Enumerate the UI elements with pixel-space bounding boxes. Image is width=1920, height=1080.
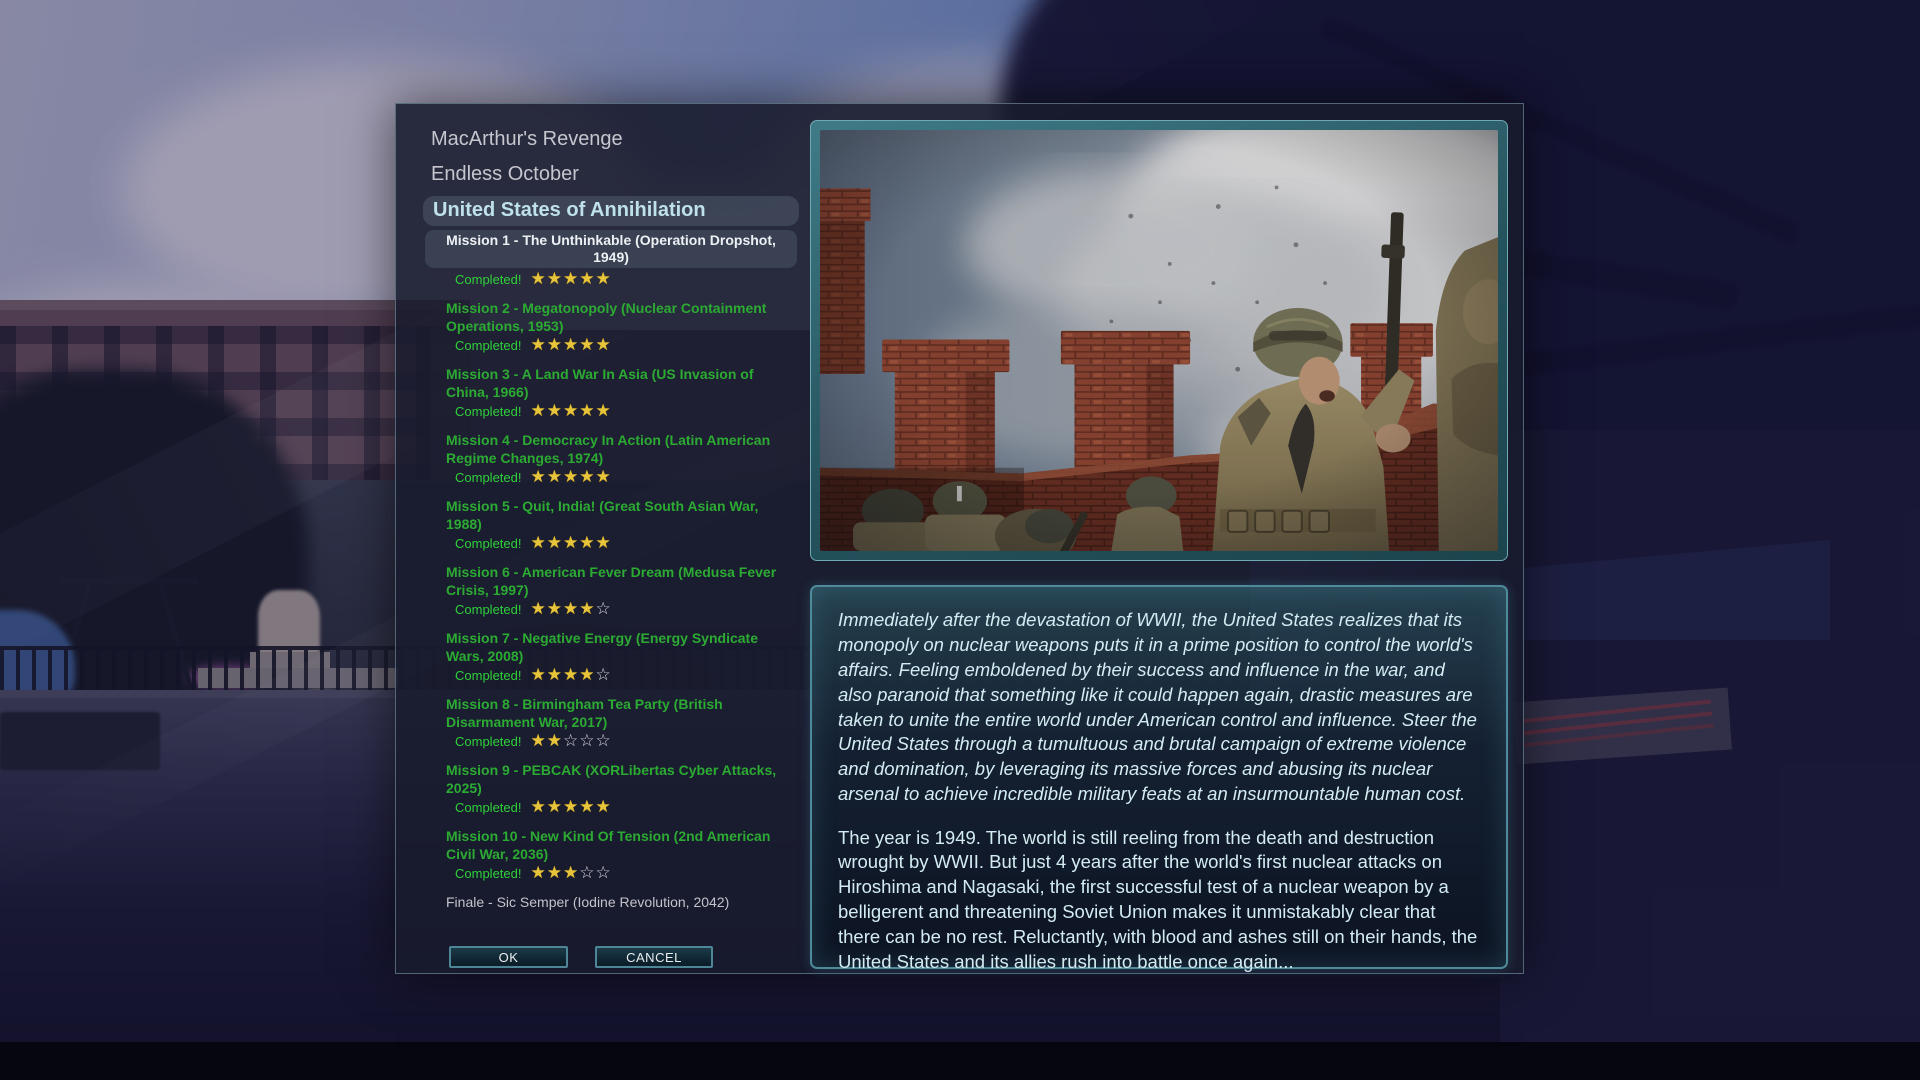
mission-stars-filled: ★★★★ xyxy=(530,665,595,684)
mission-title: Mission 2 - Megatonopoly (Nuclear Contai… xyxy=(446,300,766,334)
mission-status-row: Completed! ★★★★★ xyxy=(446,534,791,553)
mission-stars-filled: ★★★ xyxy=(530,863,579,882)
mission-stars-filled: ★★★★★ xyxy=(530,401,611,420)
game-screen: MacArthur's Revenge Endless October Unit… xyxy=(0,0,1920,1080)
mission-title: Mission 5 - Quit, India! (Great South As… xyxy=(446,498,758,532)
mission-stars-empty: ☆ xyxy=(595,665,611,684)
mission-title: Mission 7 - Negative Energy (Energy Synd… xyxy=(446,630,758,664)
mission-status: Completed! xyxy=(455,734,521,749)
mission-status-row: Completed! ★★★☆☆ xyxy=(446,864,791,883)
mission-stars-empty: ☆☆☆ xyxy=(563,731,612,750)
mission-status-row: Completed! ★★★★★ xyxy=(431,270,791,289)
mission-status: Completed! xyxy=(455,272,521,287)
mission-status-row: Completed! ★★★★☆ xyxy=(446,666,791,685)
finale-item[interactable]: Finale - Sic Semper (Iodine Revolution, … xyxy=(431,894,791,910)
mission-item-9[interactable]: Mission 9 - PEBCAK (XORLibertas Cyber At… xyxy=(431,762,791,817)
mission-status-row: Completed! ★★★★★ xyxy=(446,402,791,421)
mission-status-row: Completed! ★★★★★ xyxy=(446,798,791,817)
mission-status-row: Completed! ★★★★★ xyxy=(446,468,791,487)
mission-item-2[interactable]: Mission 2 - Megatonopoly (Nuclear Contai… xyxy=(431,300,791,355)
mission-status: Completed! xyxy=(455,338,521,353)
mission-title: Mission 1 - The Unthinkable (Operation D… xyxy=(425,230,797,268)
mission-title: Mission 8 - Birmingham Tea Party (Britis… xyxy=(446,696,723,730)
description-paragraph: The year is 1949. The world is still ree… xyxy=(838,826,1480,975)
mission-item-4[interactable]: Mission 4 - Democracy In Action (Latin A… xyxy=(431,432,791,487)
mission-item-5[interactable]: Mission 5 - Quit, India! (Great South As… xyxy=(431,498,791,553)
mission-status: Completed! xyxy=(455,668,521,683)
mission-status: Completed! xyxy=(455,866,521,881)
mission-list: Mission 1 - The Unthinkable (Operation D… xyxy=(431,230,791,883)
mission-item-10[interactable]: Mission 10 - New Kind Of Tension (2nd Am… xyxy=(431,828,791,883)
mission-status-row: Completed! ★★★★★ xyxy=(446,336,791,355)
mission-title: Mission 10 - New Kind Of Tension (2nd Am… xyxy=(446,828,770,862)
mission-title: Mission 4 - Democracy In Action (Latin A… xyxy=(446,432,770,466)
mission-status: Completed! xyxy=(455,404,521,419)
cancel-button[interactable]: CANCEL xyxy=(595,946,713,968)
mission-status: Completed! xyxy=(455,800,521,815)
mission-stars-filled: ★★★★★ xyxy=(530,467,611,486)
mission-title: Mission 6 - American Fever Dream (Medusa… xyxy=(446,564,776,598)
mission-photo-frame xyxy=(810,120,1508,561)
mission-stars-filled: ★★★★ xyxy=(530,599,595,618)
dialog-buttons: OK CANCEL xyxy=(449,946,713,968)
mission-item-3[interactable]: Mission 3 - A Land War In Asia (US Invas… xyxy=(431,366,791,421)
campaign-item-united-states-of-annihilation[interactable]: United States of Annihilation xyxy=(423,196,799,226)
mission-title: Mission 3 - A Land War In Asia (US Invas… xyxy=(446,366,754,400)
mission-status: Completed! xyxy=(455,470,521,485)
mission-stars-empty: ☆☆ xyxy=(579,863,611,882)
campaign-description: Immediately after the devastation of WWI… xyxy=(810,585,1508,969)
campaign-item-macarthurs-revenge[interactable]: MacArthur's Revenge xyxy=(431,126,791,152)
mission-title: Mission 9 - PEBCAK (XORLibertas Cyber At… xyxy=(446,762,776,796)
ok-button[interactable]: OK xyxy=(449,946,568,968)
description-paragraph: Immediately after the devastation of WWI… xyxy=(838,608,1480,807)
mission-item-7[interactable]: Mission 7 - Negative Energy (Energy Synd… xyxy=(431,630,791,685)
campaign-select-dialog: MacArthur's Revenge Endless October Unit… xyxy=(395,103,1524,974)
mission-status: Completed! xyxy=(455,536,521,551)
letterbox xyxy=(0,1042,1920,1080)
mission-status-row: Completed! ★★★★☆ xyxy=(446,600,791,619)
mission-status: Completed! xyxy=(455,602,521,617)
mission-stars-filled: ★★★★★ xyxy=(530,533,611,552)
mission-photo xyxy=(820,130,1498,551)
mission-stars-filled: ★★★★★ xyxy=(530,269,611,288)
campaign-list: MacArthur's Revenge Endless October Unit… xyxy=(431,126,791,910)
mission-stars-empty: ☆ xyxy=(595,599,611,618)
mission-stars-filled: ★★★★★ xyxy=(530,335,611,354)
mission-item-1[interactable]: Mission 1 - The Unthinkable (Operation D… xyxy=(431,230,791,289)
mission-item-8[interactable]: Mission 8 - Birmingham Tea Party (Britis… xyxy=(431,696,791,751)
mission-stars-filled: ★★ xyxy=(530,731,562,750)
mission-stars-filled: ★★★★★ xyxy=(530,797,611,816)
mission-item-6[interactable]: Mission 6 - American Fever Dream (Medusa… xyxy=(431,564,791,619)
mission-status-row: Completed! ★★☆☆☆ xyxy=(446,732,791,751)
campaign-item-endless-october[interactable]: Endless October xyxy=(431,161,791,187)
